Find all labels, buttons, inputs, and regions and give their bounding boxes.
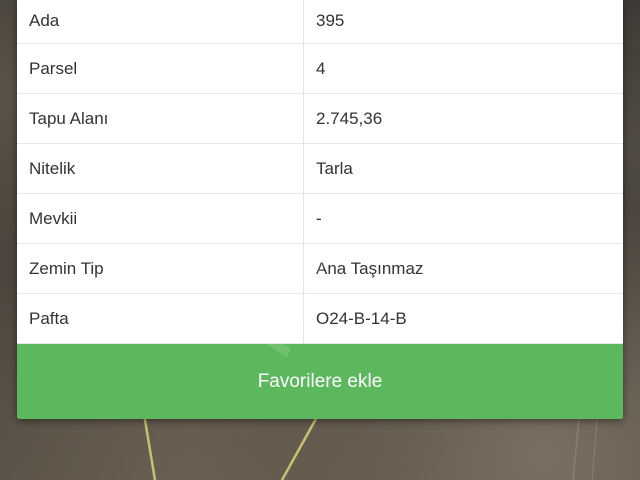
row-value: Ana Taşınmaz (303, 243, 623, 294)
row-label: Tapu Alanı (17, 93, 304, 144)
parcel-info-panel: Ada 395 Parsel 4 Tapu Alanı 2.745,36 Nit… (17, 0, 623, 419)
row-label: Nitelik (17, 143, 304, 194)
row-value: O24-B-14-B (303, 293, 623, 344)
table-row-zemin-tip: Zemin Tip Ana Taşınmaz (17, 243, 623, 294)
table-row-ada: Ada 395 (17, 0, 623, 44)
table-row-nitelik: Nitelik Tarla (17, 143, 623, 194)
add-to-favorites-button[interactable]: Favorilere ekle (17, 344, 623, 419)
row-value: 395 (303, 0, 623, 44)
row-label: Ada (17, 0, 304, 44)
row-label: Parsel (17, 43, 304, 94)
row-label: Pafta (17, 293, 304, 344)
row-value: - (303, 193, 623, 244)
row-label: Mevkii (17, 193, 304, 244)
table-row-pafta: Pafta O24-B-14-B (17, 293, 623, 344)
row-value: 2.745,36 (303, 93, 623, 144)
row-value: Tarla (303, 143, 623, 194)
parcel-info-table: Ada 395 Parsel 4 Tapu Alanı 2.745,36 Nit… (17, 0, 623, 344)
table-row-parsel: Parsel 4 (17, 43, 623, 94)
row-label: Zemin Tip (17, 243, 304, 294)
table-row-tapu-alani: Tapu Alanı 2.745,36 (17, 93, 623, 144)
table-row-mevkii: Mevkii - (17, 193, 623, 244)
row-value: 4 (303, 43, 623, 94)
